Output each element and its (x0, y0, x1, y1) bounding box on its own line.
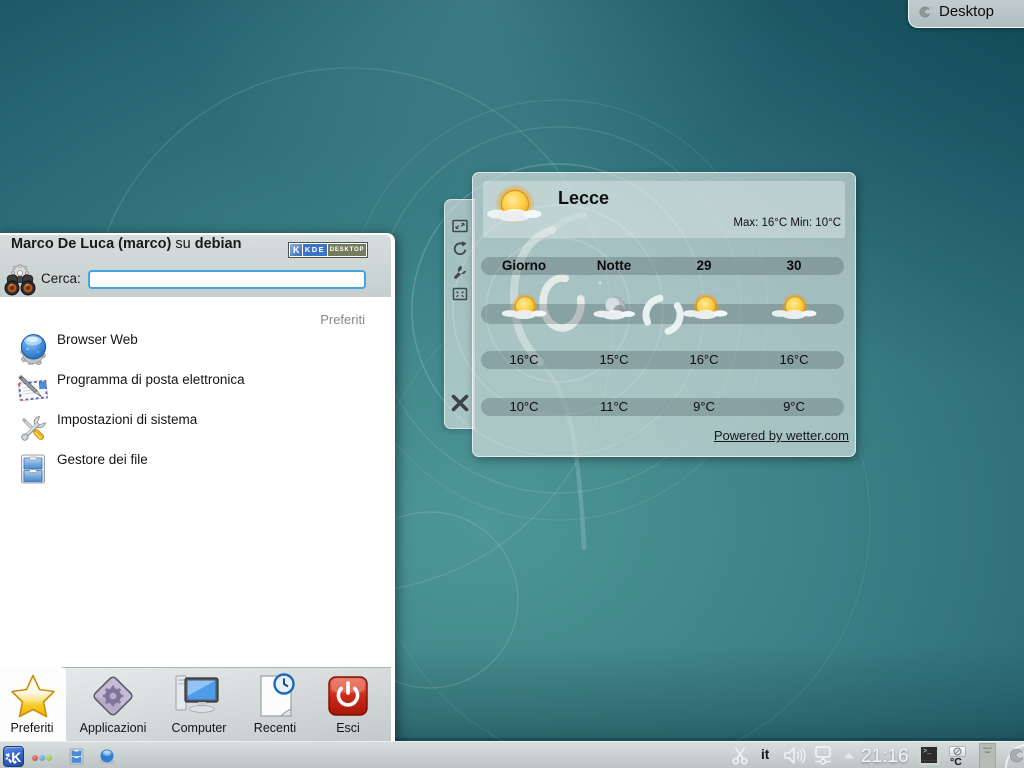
svg-text:K: K (11, 749, 21, 765)
